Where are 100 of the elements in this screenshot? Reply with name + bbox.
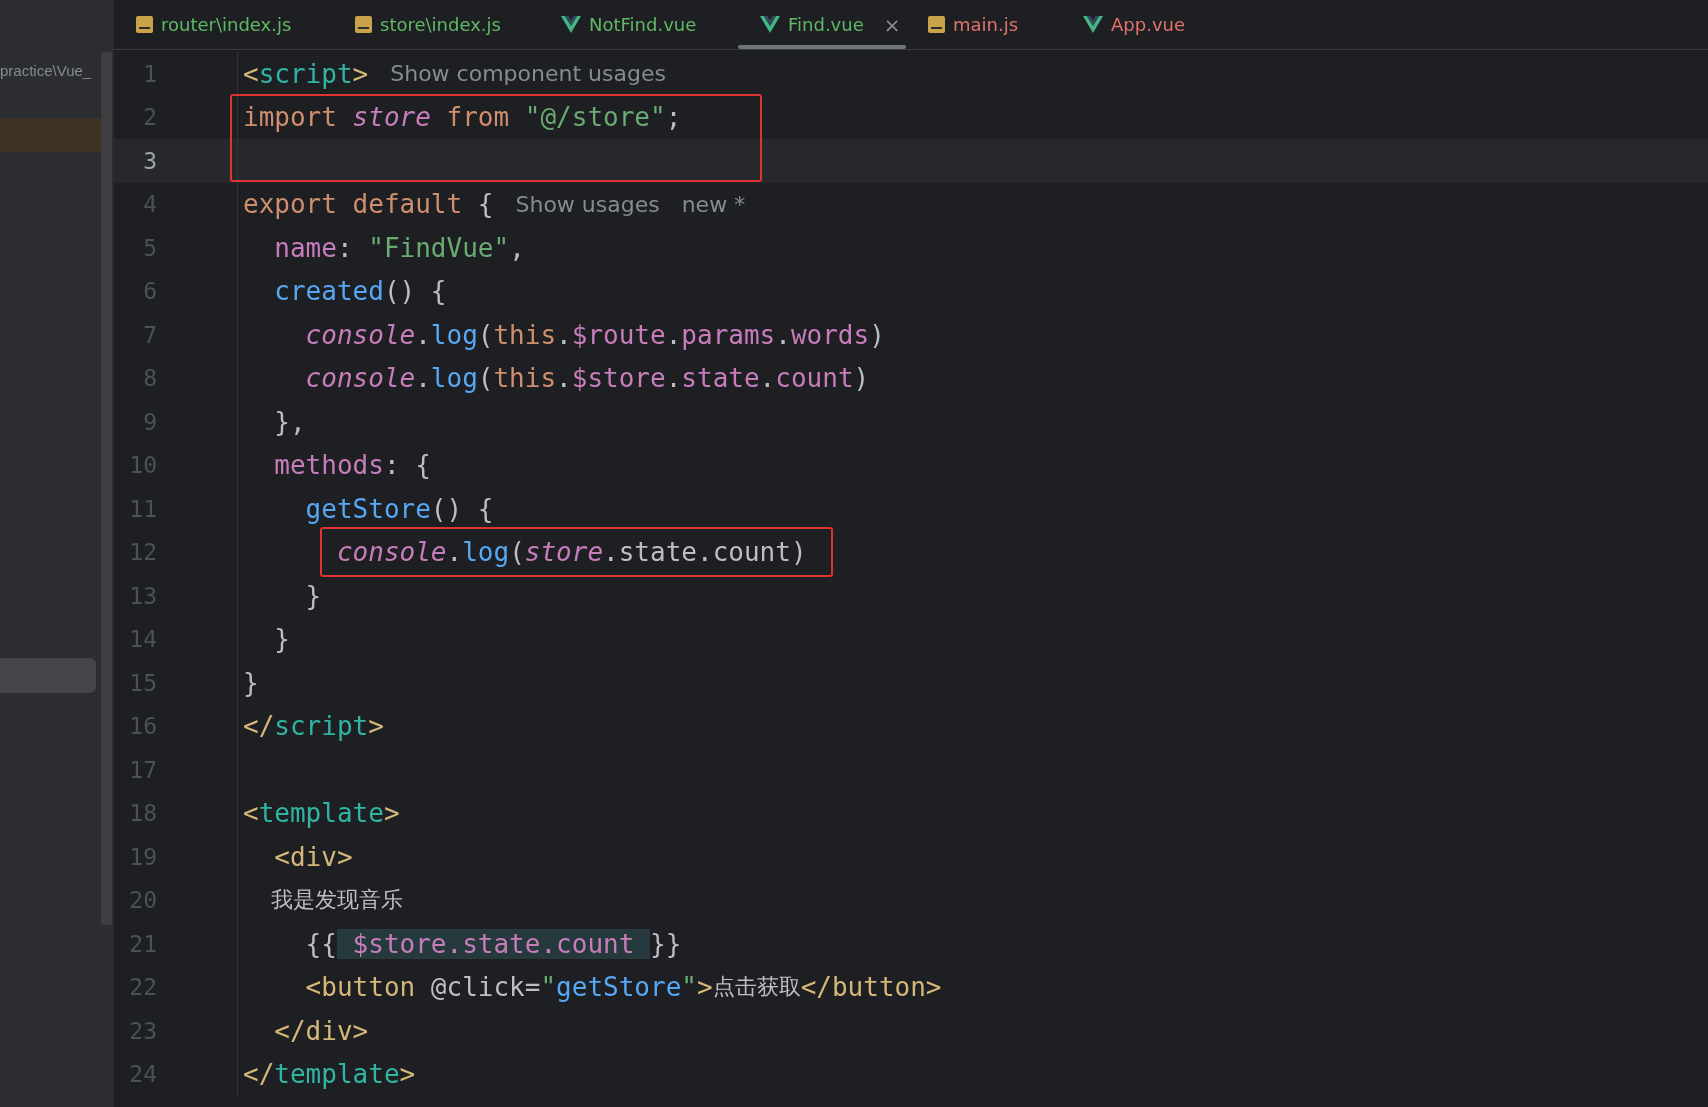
html-tag: </button>: [800, 972, 942, 1003]
keyword: from: [445, 102, 511, 133]
tag-name: script: [258, 58, 353, 89]
variable-name: store: [524, 537, 604, 568]
scrollbar[interactable]: [101, 52, 112, 925]
close-button[interactable]: ×: [883, 12, 901, 37]
html-tag: </div>: [243, 1015, 369, 1046]
code-text: ): [853, 363, 870, 394]
property-name: $route: [571, 319, 666, 350]
inlay-hint: Show usages: [515, 191, 660, 217]
code-text: .: [665, 319, 682, 350]
function-name: created: [273, 276, 384, 307]
code-text: .: [556, 363, 572, 394]
code-text: .: [415, 319, 431, 350]
code-text: }: [304, 580, 322, 611]
code-text: (: [477, 363, 494, 394]
function-name: log: [462, 537, 510, 568]
code-text: ;: [665, 102, 682, 133]
keyword: export default: [243, 189, 464, 220]
file-tab[interactable]: NotFind.vue: [539, 0, 738, 49]
html-tag: <: [243, 798, 259, 829]
tag-name: template: [274, 1059, 400, 1090]
code-text: {: [477, 189, 494, 220]
html-tag: >: [696, 972, 713, 1003]
tab-label: router\index.js: [161, 14, 292, 35]
tag-name: script: [274, 711, 369, 742]
code-text: ): [869, 319, 885, 350]
tab-label: main.js: [953, 14, 1019, 35]
js-file-icon: [136, 16, 153, 33]
variable-name: store: [352, 102, 431, 133]
tab-label: store\index.js: [380, 14, 501, 35]
project-path: practice\Vue_: [0, 62, 92, 81]
code-text: .state.count): [603, 537, 807, 568]
html-tag: <: [243, 58, 259, 89]
function-name: log: [430, 319, 478, 350]
string-literal: "FindVue": [368, 232, 510, 263]
code-text: .: [446, 537, 463, 568]
html-tag: </: [243, 711, 275, 742]
tab-label: App.vue: [1111, 14, 1186, 35]
file-tab[interactable]: Find.vue ×: [738, 0, 906, 49]
property-name: $store: [571, 363, 666, 394]
variable-name: console: [304, 319, 416, 350]
js-file-icon: [355, 16, 372, 33]
string-literal: ": [681, 972, 697, 1003]
code-text: }}: [650, 928, 682, 959]
html-tag: </: [243, 1059, 275, 1090]
keyword: this: [493, 363, 557, 394]
tab-label: NotFind.vue: [589, 14, 697, 35]
string-literal: "@/store": [524, 102, 666, 133]
code-text: }: [243, 667, 259, 698]
text-content: 点击获取: [712, 973, 801, 1002]
property-name: words: [790, 319, 870, 350]
html-tag: <div>: [243, 841, 353, 872]
function-name: log: [430, 363, 478, 394]
line-number: 3: [142, 147, 157, 174]
code-text: () {: [383, 276, 447, 307]
keyword: this: [493, 319, 557, 350]
code-text: @click=: [430, 972, 541, 1003]
selected-file-row[interactable]: [0, 658, 96, 693]
changed-file-row[interactable]: [0, 118, 101, 152]
property-name: methods: [273, 450, 384, 481]
property-name: name: [273, 232, 337, 263]
tab-label: Find.vue: [788, 14, 864, 35]
vue-file-icon: [1083, 16, 1103, 33]
file-tab[interactable]: App.vue: [1061, 0, 1211, 49]
html-tag: >: [368, 711, 384, 742]
variable-name: console: [304, 363, 416, 394]
property-name: count: [775, 363, 854, 394]
file-tab[interactable]: store\index.js: [333, 0, 539, 49]
property-name: state: [681, 363, 760, 394]
file-tab[interactable]: main.js: [906, 0, 1061, 49]
string-literal: ": [540, 972, 557, 1003]
keyword: import: [243, 102, 338, 133]
js-file-icon: [928, 16, 945, 33]
code-text: (: [509, 537, 525, 568]
code-text: ,: [509, 232, 525, 263]
file-tab[interactable]: router\index.js: [114, 0, 333, 49]
code-text: .: [556, 319, 572, 350]
highlighted-expression: $store.state.count: [336, 928, 650, 959]
html-tag: >: [383, 798, 400, 829]
vue-file-icon: [760, 16, 780, 33]
code-text: : {: [383, 450, 431, 481]
code-text: .: [665, 363, 682, 394]
code-text: .: [415, 363, 431, 394]
function-name: getStore: [304, 493, 431, 524]
code-text: :: [336, 232, 354, 263]
function-name: getStore: [556, 972, 682, 1003]
inlay-hint: new *: [681, 191, 746, 217]
code-text: .: [775, 319, 791, 350]
html-tag: >: [352, 58, 369, 89]
text-content: 我是发现音乐: [269, 886, 403, 915]
property-name: params: [681, 319, 776, 350]
inlay-hint: Show component usages: [390, 61, 666, 87]
code-text: }: [273, 624, 290, 655]
html-tag: >: [399, 1059, 416, 1090]
vue-file-icon: [561, 16, 581, 33]
html-tag: <button: [243, 972, 431, 1003]
tag-name: template: [258, 798, 384, 829]
code-text: .: [759, 363, 776, 394]
code-text: },: [273, 406, 306, 437]
